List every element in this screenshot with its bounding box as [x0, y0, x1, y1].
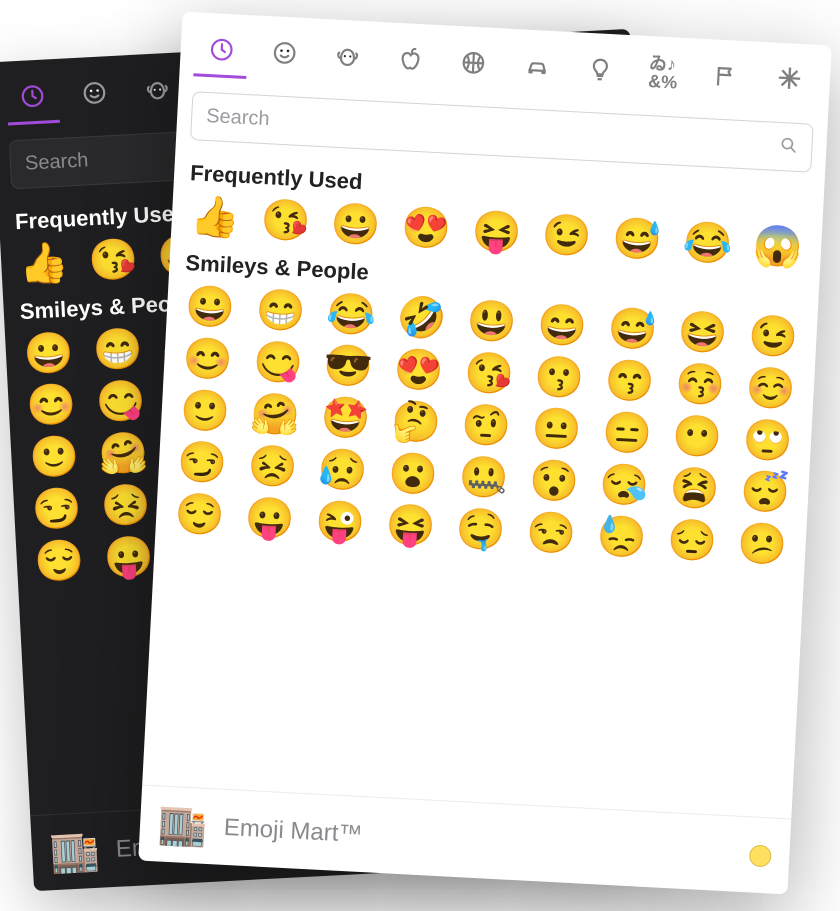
- emoji-cell[interactable]: 😊: [178, 338, 238, 381]
- emoji-cell[interactable]: 😣: [242, 445, 302, 488]
- tab-recent[interactable]: [6, 76, 61, 126]
- emoji-cell[interactable]: 😕: [732, 523, 792, 566]
- emoji-cell[interactable]: 🙂: [24, 436, 83, 479]
- emoji-cell[interactable]: 😌: [30, 540, 89, 583]
- emoji-cell[interactable]: 🤐: [453, 456, 513, 499]
- emoji-cell[interactable]: 😅: [607, 218, 667, 261]
- emoji-cell[interactable]: 😉: [743, 315, 803, 358]
- tab-objects[interactable]: [572, 49, 628, 99]
- emoji-cell[interactable]: 😋: [248, 342, 308, 385]
- emoji-cell[interactable]: 😣: [96, 484, 155, 527]
- emoji-picker-light: ゐ♪&% ✳︎ Frequently Used 👍😘😀😍😝😉😅😂😱 Smiley…: [138, 12, 832, 895]
- emoji-cell[interactable]: 😗: [529, 356, 589, 399]
- emoji-cell[interactable]: 😚: [670, 364, 730, 407]
- emoji-cell[interactable]: 😯: [524, 460, 584, 503]
- emoji-cell[interactable]: 😎: [318, 345, 378, 388]
- tab-activity[interactable]: [446, 43, 502, 93]
- emoji-cell[interactable]: 🙄: [738, 419, 798, 462]
- tab-symbols[interactable]: ゐ♪&%: [635, 47, 691, 107]
- emoji-cell[interactable]: 🙂: [175, 390, 235, 433]
- emoji-cell[interactable]: 🤨: [456, 405, 516, 448]
- emoji-cell[interactable]: 😀: [180, 286, 240, 329]
- asterisk-icon: ✳︎: [777, 65, 802, 94]
- preview-emoji: 🏬: [157, 800, 209, 850]
- symbols-icon: ゐ♪&%: [648, 54, 679, 91]
- emoji-cell[interactable]: 😙: [600, 360, 660, 403]
- preview-label: Emoji Mart™: [223, 813, 734, 868]
- tab-recent[interactable]: [193, 29, 249, 79]
- preview-emoji: 🏬: [49, 827, 101, 877]
- emoji-cell[interactable]: 😊: [22, 384, 81, 427]
- emoji-cell[interactable]: 😔: [662, 519, 722, 562]
- emoji-cell[interactable]: 😂: [321, 293, 381, 336]
- search-icon: [778, 134, 799, 160]
- emoji-cell[interactable]: 🤣: [391, 297, 451, 340]
- emoji-cell[interactable]: ☺️: [740, 367, 800, 410]
- emoji-cell[interactable]: 😀: [326, 203, 386, 246]
- emoji-cell[interactable]: 😓: [591, 516, 651, 559]
- emoji-cell[interactable]: 😝: [466, 211, 526, 254]
- emoji-cell[interactable]: 🤔: [386, 401, 446, 444]
- emoji-cell[interactable]: 😘: [84, 239, 143, 282]
- emoji-cell[interactable]: 😉: [537, 214, 597, 257]
- emoji-cell[interactable]: 😝: [380, 505, 440, 548]
- emoji-scroll-area[interactable]: Frequently Used 👍😘😀😍😝😉😅😂😱 Smileys & Peop…: [142, 145, 825, 818]
- emoji-cell[interactable]: 🤤: [451, 508, 511, 551]
- tab-smileys[interactable]: [256, 33, 312, 83]
- emoji-cell[interactable]: 😆: [673, 312, 733, 355]
- emoji-cell[interactable]: 😱: [748, 226, 808, 269]
- tab-animals[interactable]: [130, 69, 185, 119]
- emoji-cell[interactable]: 😄: [532, 304, 592, 347]
- emoji-cell[interactable]: 😥: [313, 449, 373, 492]
- emoji-cell[interactable]: 🤩: [315, 397, 375, 440]
- emoji-cell[interactable]: 😘: [459, 353, 519, 396]
- emoji-cell[interactable]: 😫: [665, 468, 725, 511]
- emoji-cell[interactable]: 😏: [27, 488, 86, 531]
- emoji-cell[interactable]: 😶: [667, 416, 727, 459]
- emoji-cell[interactable]: 😐: [527, 408, 587, 451]
- emoji-cell[interactable]: 😑: [597, 412, 657, 455]
- smileys-grid: 😀 😁😂🤣 😃😄😅 😆😉 😊😋😎 😍😘😗 😙😚☺️ 🙂🤗🤩 🤔🤨 😐😑😶 🙄 😏😣 😥😮🤐 😯😪 😫😴 😌 😛😜…: [169, 286, 803, 566]
- emoji-cell[interactable]: 😂: [677, 222, 737, 265]
- emoji-cell[interactable]: 😋: [91, 381, 150, 424]
- emoji-cell[interactable]: 😍: [396, 207, 456, 250]
- emoji-cell[interactable]: 😛: [99, 536, 158, 579]
- tab-food[interactable]: [383, 39, 439, 89]
- emoji-cell[interactable]: 😀: [19, 332, 78, 375]
- emoji-cell[interactable]: 😮: [383, 453, 443, 496]
- tab-travel[interactable]: [509, 46, 565, 96]
- emoji-cell[interactable]: 😪: [594, 464, 654, 507]
- emoji-cell[interactable]: 😅: [602, 308, 662, 351]
- tab-animals[interactable]: [320, 36, 376, 86]
- emoji-cell[interactable]: 🤗: [245, 393, 305, 436]
- emoji-cell[interactable]: 😍: [389, 349, 449, 392]
- tab-smileys[interactable]: [68, 73, 123, 123]
- emoji-cell[interactable]: 👍: [185, 196, 245, 239]
- emoji-cell[interactable]: 😴: [735, 471, 795, 514]
- emoji-cell[interactable]: 😃: [462, 301, 522, 344]
- emoji-cell[interactable]: 😜: [310, 501, 370, 544]
- tab-custom[interactable]: ✳︎: [761, 58, 817, 110]
- emoji-cell[interactable]: 😘: [255, 200, 315, 243]
- emoji-cell[interactable]: 👍: [14, 242, 73, 285]
- skin-tone-selector[interactable]: [749, 844, 772, 867]
- emoji-cell[interactable]: 😏: [172, 442, 232, 485]
- tab-flags[interactable]: [698, 56, 754, 106]
- emoji-cell[interactable]: 😁: [88, 329, 147, 372]
- emoji-cell[interactable]: 🤗: [94, 432, 153, 475]
- emoji-cell[interactable]: 😁: [251, 290, 311, 333]
- emoji-cell[interactable]: 😒: [521, 512, 581, 555]
- emoji-cell[interactable]: 😛: [240, 497, 300, 540]
- emoji-cell[interactable]: 😌: [169, 494, 229, 537]
